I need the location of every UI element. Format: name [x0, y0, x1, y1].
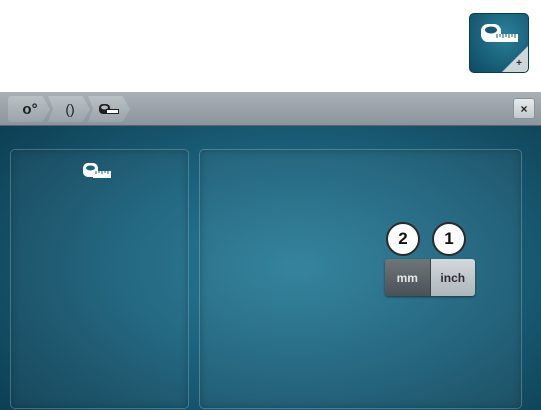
- breadcrumb-hoop[interactable]: (): [48, 96, 90, 122]
- breadcrumb-measure[interactable]: [88, 96, 130, 122]
- corner-triangle: [502, 46, 528, 72]
- inch-button[interactable]: inch: [430, 259, 475, 296]
- close-button[interactable]: ×: [513, 98, 535, 119]
- title-bar: o° () ×: [0, 92, 541, 126]
- breadcrumb-setup[interactable]: o°: [8, 96, 50, 122]
- hoop-icon: (): [65, 101, 75, 117]
- tape-measure-plus-icon[interactable]: +: [469, 13, 529, 73]
- tape-measure-icon: [83, 163, 111, 178]
- plus-icon: +: [516, 58, 522, 69]
- tape-measure-icon: [99, 103, 119, 114]
- mm-button[interactable]: mm: [385, 259, 431, 296]
- setup-icon: o°: [22, 100, 38, 118]
- unit-toggle: mm inch: [385, 259, 475, 296]
- callout-2: 2: [386, 222, 420, 256]
- callout-1: 1: [432, 222, 466, 256]
- breadcrumb: o° (): [8, 96, 130, 122]
- tape-measure-graphic: [481, 24, 518, 42]
- left-panel: [10, 149, 189, 409]
